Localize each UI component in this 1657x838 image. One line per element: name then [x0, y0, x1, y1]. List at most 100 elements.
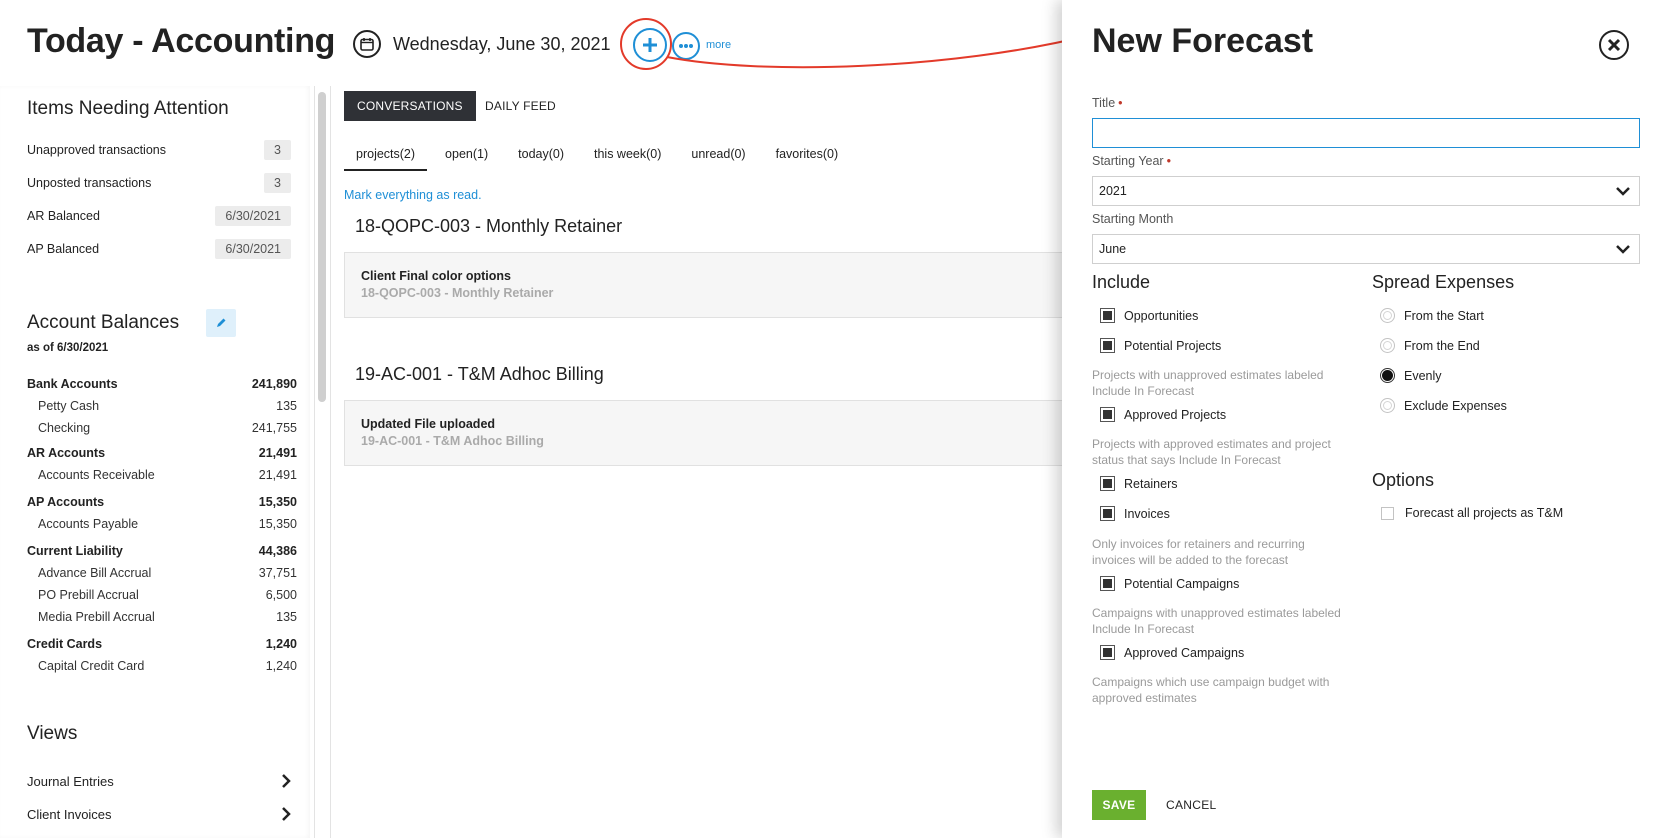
- attention-item-label: Unapproved transactions: [27, 143, 166, 157]
- more-button[interactable]: [672, 32, 700, 60]
- filter-favorites[interactable]: favorites(0): [764, 143, 851, 171]
- balance-row: Capital Credit Card 1,240: [38, 659, 297, 673]
- filter-projects[interactable]: projects(2): [344, 143, 428, 171]
- sidebar-scrollbar[interactable]: [318, 92, 326, 402]
- radio-button[interactable]: [1380, 338, 1395, 353]
- view-item-label: Client Invoices: [27, 806, 112, 822]
- conversation-card-subtitle: 19-AC-001 - T&M Adhoc Billing: [361, 434, 544, 448]
- balance-row: Accounts Receivable 21,491: [38, 468, 297, 482]
- plus-icon: [643, 38, 657, 52]
- spread-evenly[interactable]: Evenly: [1380, 368, 1442, 383]
- page-title: Today - Accounting: [27, 22, 336, 60]
- include-approved-campaigns[interactable]: Approved Campaigns: [1100, 645, 1244, 660]
- more-link[interactable]: more: [706, 39, 731, 51]
- spread-from-start[interactable]: From the Start: [1380, 308, 1484, 323]
- approved-campaigns-help: Campaigns which use campaign budget with…: [1092, 675, 1330, 705]
- filter-this-week[interactable]: this week(0): [582, 143, 673, 171]
- include-opportunities[interactable]: Opportunities: [1100, 308, 1198, 323]
- attention-item-value: 3: [264, 140, 291, 160]
- conversation-card-title: Client Final color options: [361, 269, 511, 283]
- checkbox[interactable]: [1381, 506, 1394, 520]
- radio-button[interactable]: [1380, 308, 1395, 323]
- filter-unread[interactable]: unread(0): [679, 143, 757, 171]
- attention-item-value: 3: [264, 173, 291, 193]
- spread-from-end[interactable]: From the End: [1380, 338, 1480, 353]
- starting-year-select[interactable]: 2021: [1092, 176, 1640, 206]
- balance-row: Checking 241,755: [38, 421, 297, 435]
- calendar-icon[interactable]: [353, 30, 381, 58]
- panel-title: New Forecast: [1092, 22, 1314, 60]
- attention-item-value: 6/30/2021: [215, 239, 291, 259]
- starting-month-select[interactable]: June: [1092, 234, 1640, 264]
- conversation-card[interactable]: Updated File uploaded 19-AC-001 - T&M Ad…: [344, 400, 1064, 466]
- project-title[interactable]: 18-QOPC-003 - Monthly Retainer: [355, 216, 622, 237]
- view-item-client-invoices[interactable]: Client Invoices: [27, 802, 291, 826]
- option-forecast-tm[interactable]: Forecast all projects as T&M: [1380, 506, 1563, 520]
- title-field-label: Title •: [1092, 96, 1123, 110]
- radio-button[interactable]: [1380, 398, 1395, 413]
- views-title: Views: [27, 723, 78, 744]
- include-retainers[interactable]: Retainers: [1100, 476, 1178, 491]
- balance-group-row: Credit Cards 1,240: [27, 637, 297, 651]
- checkbox[interactable]: [1100, 645, 1115, 660]
- attention-item[interactable]: AR Balanced 6/30/2021: [27, 205, 291, 227]
- view-item-journal-entries[interactable]: Journal Entries: [27, 769, 291, 793]
- balance-group-row: AR Accounts 21,491: [27, 446, 297, 460]
- attention-item[interactable]: AP Balanced 6/30/2021: [27, 238, 291, 260]
- attention-item-label: AP Balanced: [27, 242, 100, 256]
- title-input[interactable]: [1092, 118, 1640, 148]
- approved-projects-help: Projects with approved estimates and pro…: [1092, 437, 1331, 467]
- save-button[interactable]: SAVE: [1092, 790, 1146, 820]
- spread-exclude[interactable]: Exclude Expenses: [1380, 398, 1507, 413]
- checkbox[interactable]: [1100, 338, 1115, 353]
- close-icon: [1607, 38, 1621, 52]
- project-title[interactable]: 19-AC-001 - T&M Adhoc Billing: [355, 364, 604, 385]
- options-title: Options: [1372, 470, 1435, 490]
- chevron-right-icon: [282, 774, 291, 788]
- mark-all-read-link[interactable]: Mark everything as read.: [344, 188, 482, 202]
- view-item-label: Journal Entries: [27, 773, 114, 789]
- ellipsis-icon: [679, 44, 693, 48]
- checkbox[interactable]: [1100, 576, 1115, 591]
- attention-title: Items Needing Attention: [27, 98, 229, 119]
- starting-year-label: Starting Year •: [1092, 154, 1171, 168]
- balances-title: Account Balances: [27, 312, 180, 333]
- attention-item-value: 6/30/2021: [215, 206, 291, 226]
- cancel-button[interactable]: CANCEL: [1166, 790, 1216, 820]
- starting-year-value: 2021: [1099, 184, 1127, 198]
- balance-row: Media Prebill Accrual 135: [38, 610, 297, 624]
- potential-projects-help: Projects with unapproved estimates label…: [1092, 368, 1324, 398]
- edit-balances-button[interactable]: [206, 309, 236, 337]
- include-potential-projects[interactable]: Potential Projects: [1100, 338, 1221, 353]
- main-divider: [330, 86, 331, 838]
- filter-open[interactable]: open(1): [433, 143, 500, 171]
- radio-button[interactable]: [1380, 368, 1395, 383]
- sidebar-divider: [314, 86, 315, 838]
- include-invoices[interactable]: Invoices: [1100, 506, 1170, 521]
- checkbox[interactable]: [1100, 308, 1115, 323]
- checkbox[interactable]: [1100, 506, 1115, 521]
- add-button[interactable]: [633, 28, 667, 62]
- attention-item[interactable]: Unposted transactions 3: [27, 172, 291, 194]
- chevron-down-icon: [1616, 245, 1630, 254]
- tab-daily-feed[interactable]: DAILY FEED: [485, 91, 556, 121]
- conversation-card-subtitle: 18-QOPC-003 - Monthly Retainer: [361, 286, 554, 300]
- filter-today[interactable]: today(0): [506, 143, 576, 171]
- starting-month-value: June: [1099, 242, 1127, 256]
- checkbox[interactable]: [1100, 407, 1115, 422]
- checkbox[interactable]: [1100, 476, 1115, 491]
- conversation-filters: projects(2) open(1) today(0) this week(0…: [344, 143, 856, 171]
- balance-row: Petty Cash 135: [38, 399, 297, 413]
- tab-conversations[interactable]: CONVERSATIONS: [344, 91, 476, 121]
- balance-group-row: AP Accounts 15,350: [27, 495, 297, 509]
- attention-item[interactable]: Unapproved transactions 3: [27, 139, 291, 161]
- attention-item-label: Unposted transactions: [27, 176, 152, 190]
- include-potential-campaigns[interactable]: Potential Campaigns: [1100, 576, 1239, 591]
- conversation-card[interactable]: Client Final color options 18-QOPC-003 -…: [344, 252, 1064, 318]
- pencil-icon: [217, 318, 226, 327]
- potential-campaigns-help: Campaigns with unapproved estimates labe…: [1092, 606, 1341, 636]
- balances-as-of: as of 6/30/2021: [27, 342, 109, 354]
- invoices-help: Only invoices for retainers and recurrin…: [1092, 537, 1305, 567]
- include-approved-projects[interactable]: Approved Projects: [1100, 407, 1226, 422]
- close-button[interactable]: [1599, 30, 1629, 60]
